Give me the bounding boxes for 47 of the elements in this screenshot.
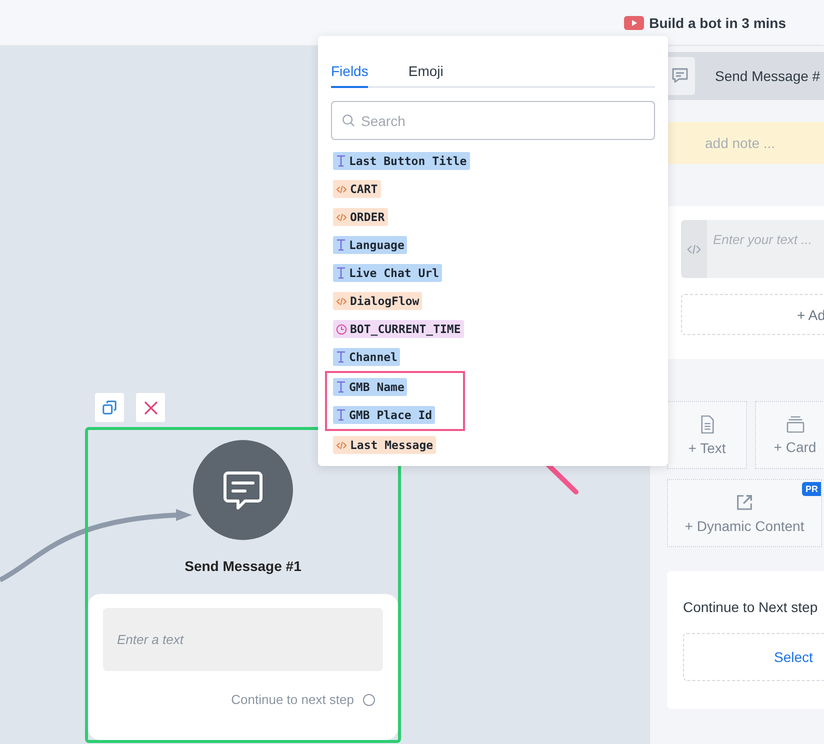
document-icon (700, 414, 714, 434)
field-chip[interactable]: Last Message (333, 436, 436, 454)
play-icon (624, 16, 644, 30)
next-step-label: Continue to Next step (683, 599, 819, 615)
code-icon (336, 296, 347, 306)
close-icon[interactable] (136, 393, 165, 422)
select-button[interactable]: Select (683, 633, 824, 681)
duplicate-icon[interactable] (95, 393, 124, 422)
video-link[interactable]: Build a bot in 3 mins (624, 14, 786, 30)
field-chip[interactable]: Channel (333, 348, 400, 366)
picker-tab[interactable]: Fields (331, 56, 368, 88)
text-cursor-icon (336, 155, 346, 167)
external-link-icon (735, 492, 754, 512)
code-icon (336, 440, 347, 450)
card-icon (786, 416, 804, 432)
code-icon (681, 220, 707, 278)
search-icon (342, 114, 355, 127)
continue-label: Continue to next step (231, 692, 354, 707)
search-field[interactable]: Search (331, 101, 655, 140)
field-chip[interactable]: DialogFlow (333, 292, 422, 310)
node-title: Send Message #1 (184, 558, 302, 574)
pro-badge: PR (802, 482, 821, 496)
picker-tab[interactable]: Emoji (408, 56, 444, 88)
text-cursor-icon (336, 239, 346, 251)
field-chip[interactable]: Language (333, 236, 408, 254)
code-icon (336, 184, 347, 194)
note-field[interactable]: add note ... (668, 122, 824, 164)
code-icon (336, 212, 347, 222)
field-chip[interactable]: ORDER (333, 208, 388, 226)
add-content-button[interactable]: + Dynamic Content PR (667, 479, 822, 547)
field-chip[interactable]: Last Button Title (333, 152, 470, 170)
field-chip[interactable]: BOT_CURRENT_TIME (333, 320, 464, 338)
chat-icon (193, 440, 293, 540)
panel-title: Send Message # (715, 68, 820, 84)
field-chip[interactable]: Live Chat Url (333, 264, 442, 282)
text-cursor-icon (336, 351, 346, 363)
field-chip[interactable]: GMB Name (333, 378, 408, 396)
clock-icon (336, 324, 347, 334)
text-cursor-icon (336, 409, 346, 421)
chat-icon (665, 57, 695, 95)
text-cursor-icon (336, 381, 346, 393)
field-chip[interactable]: CART (333, 180, 381, 198)
field-chip[interactable]: GMB Place Id (333, 406, 436, 424)
message-field[interactable]: Enter a text (103, 608, 383, 671)
text-field[interactable]: Enter your text ... (707, 220, 824, 278)
text-cursor-icon (336, 267, 346, 279)
continue-radio[interactable] (363, 694, 375, 706)
